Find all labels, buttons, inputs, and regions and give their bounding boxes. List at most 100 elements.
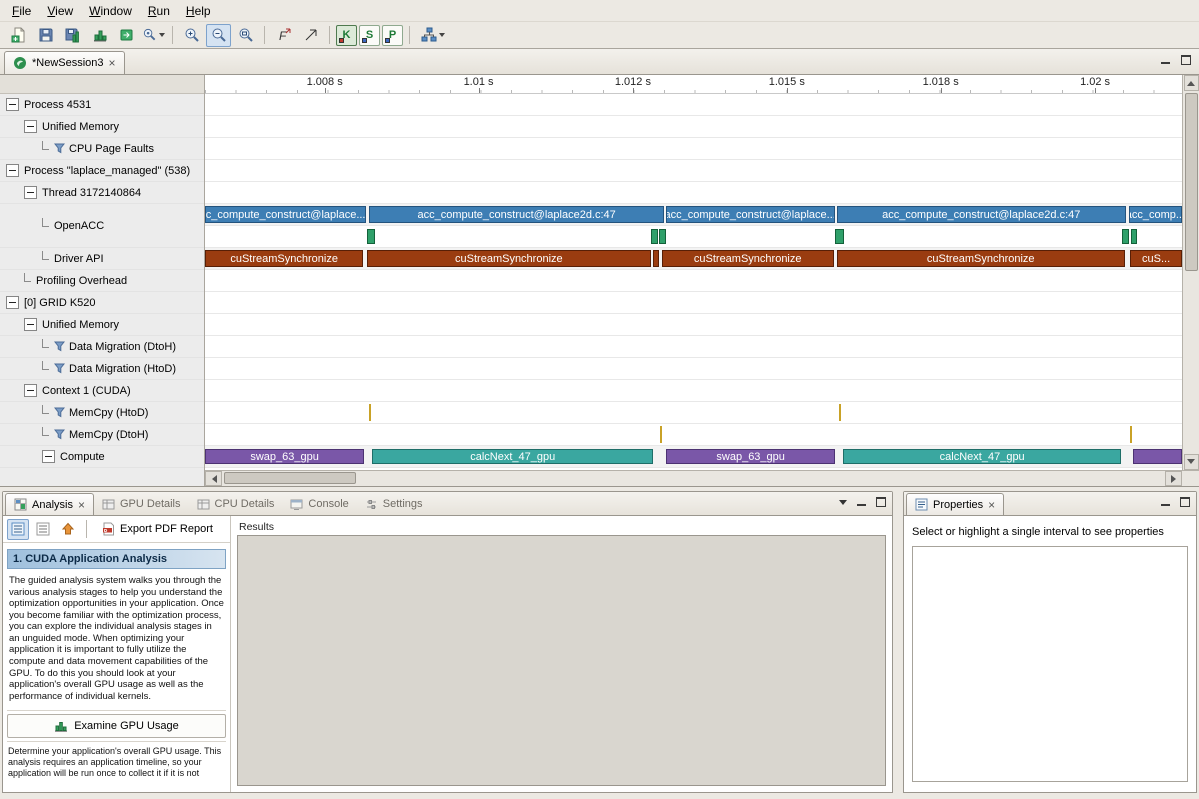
- tree-row-memcpy-htod[interactable]: MemCpy (HtoD): [0, 402, 204, 424]
- driver-interval[interactable]: [653, 250, 659, 267]
- collapse-icon[interactable]: [24, 318, 37, 331]
- memcpy-interval[interactable]: [660, 426, 662, 443]
- driver-interval[interactable]: cuStreamSynchronize: [837, 250, 1125, 267]
- process-toggle-button[interactable]: P: [382, 25, 403, 46]
- tree-row-memcpy-dtoh[interactable]: MemCpy (DtoH): [0, 424, 204, 446]
- profile-application-button[interactable]: [87, 24, 112, 47]
- collapse-icon[interactable]: [6, 296, 19, 309]
- openacc-interval[interactable]: acc_compute_construct@laplace...: [666, 206, 835, 223]
- openacc-interval[interactable]: acc_comp...: [1129, 206, 1182, 223]
- tab-settings[interactable]: Settings: [357, 493, 431, 515]
- back-up-button[interactable]: [57, 519, 79, 540]
- save-session-button[interactable]: [33, 24, 58, 47]
- collapse-icon[interactable]: [6, 98, 19, 111]
- tab-properties[interactable]: Properties: [906, 493, 1004, 515]
- analysis-flow-button[interactable]: [416, 24, 450, 47]
- tree-row-compute[interactable]: Compute: [0, 446, 204, 468]
- horizontal-scrollbar[interactable]: [205, 470, 1199, 486]
- scroll-left-button[interactable]: [205, 471, 222, 486]
- menu-view[interactable]: View: [39, 1, 81, 21]
- kernel-interval[interactable]: [1133, 449, 1182, 464]
- openacc-marker[interactable]: [1131, 229, 1137, 244]
- driver-interval[interactable]: cuStreamSynchronize: [367, 250, 651, 267]
- next-range-button[interactable]: [298, 24, 323, 47]
- tree-row-unified-memory[interactable]: Unified Memory: [0, 116, 204, 138]
- openacc-marker[interactable]: [1122, 229, 1128, 244]
- driver-interval[interactable]: cuS...: [1130, 250, 1182, 267]
- vertical-scroll-thumb[interactable]: [1185, 93, 1198, 271]
- prev-range-button[interactable]: F: [271, 24, 296, 47]
- zoom-out-button[interactable]: [206, 24, 231, 47]
- vertical-scrollbar[interactable]: [1182, 75, 1199, 470]
- driver-interval[interactable]: cuStreamSynchronize: [205, 250, 363, 267]
- menu-file[interactable]: File: [4, 1, 39, 21]
- tab-analysis[interactable]: Analysis: [5, 493, 94, 515]
- minimize-icon[interactable]: [1160, 55, 1171, 65]
- new-session-button[interactable]: [6, 24, 31, 47]
- examine-gpu-usage-button[interactable]: Examine GPU Usage: [7, 714, 226, 738]
- collapse-icon[interactable]: [24, 384, 37, 397]
- collapse-icon[interactable]: [42, 450, 55, 463]
- kernel-interval[interactable]: calcNext_47_gpu: [843, 449, 1121, 464]
- tree-row-cpu-page-faults[interactable]: CPU Page Faults: [0, 138, 204, 160]
- tab-cpu-details[interactable]: CPU Details: [189, 493, 283, 515]
- memcpy-interval[interactable]: [1130, 426, 1132, 443]
- menu-help[interactable]: Help: [178, 1, 219, 21]
- tree-row-context-1[interactable]: Context 1 (CUDA): [0, 380, 204, 402]
- openacc-interval[interactable]: c_compute_construct@laplace...: [205, 206, 366, 223]
- kernel-toggle-button[interactable]: K: [336, 25, 357, 46]
- maximize-icon[interactable]: [1180, 497, 1190, 507]
- session-tab[interactable]: *NewSession3: [4, 51, 125, 74]
- memcpy-interval[interactable]: [369, 404, 371, 421]
- kernel-interval[interactable]: swap_63_gpu: [666, 449, 835, 464]
- guided-analysis-button[interactable]: [7, 519, 29, 540]
- scroll-down-button[interactable]: [1184, 454, 1199, 470]
- memcpy-interval[interactable]: [839, 404, 841, 421]
- view-menu-icon[interactable]: [839, 500, 847, 505]
- collapse-icon[interactable]: [6, 164, 19, 177]
- tree-row-driver-api[interactable]: Driver API: [0, 248, 204, 270]
- menu-run[interactable]: Run: [140, 1, 178, 21]
- maximize-icon[interactable]: [876, 497, 886, 507]
- openacc-marker[interactable]: [651, 229, 657, 244]
- search-settings-button[interactable]: [141, 24, 166, 47]
- save-timeline-button[interactable]: [60, 24, 85, 47]
- tree-row-grid-k520[interactable]: [0] GRID K520: [0, 292, 204, 314]
- collapse-icon[interactable]: [24, 120, 37, 133]
- minimize-icon[interactable]: [1160, 497, 1171, 507]
- menu-window[interactable]: Window: [81, 1, 140, 21]
- tree-row-process-laplace[interactable]: Process "laplace_managed" (538): [0, 160, 204, 182]
- openacc-marker[interactable]: [835, 229, 844, 244]
- tab-close-icon[interactable]: [988, 499, 995, 511]
- tab-gpu-details[interactable]: GPU Details: [94, 493, 189, 515]
- tree-row-process-4531[interactable]: Process 4531: [0, 94, 204, 116]
- export-pdf-button[interactable]: Export PDF Report: [94, 518, 221, 540]
- tree-row-openacc[interactable]: OpenACC: [0, 204, 204, 248]
- unguided-analysis-button[interactable]: [32, 519, 54, 540]
- kernel-interval[interactable]: calcNext_47_gpu: [372, 449, 653, 464]
- openacc-marker[interactable]: [367, 229, 375, 244]
- maximize-icon[interactable]: [1181, 55, 1191, 65]
- stream-toggle-button[interactable]: S: [359, 25, 380, 46]
- horizontal-scroll-thumb[interactable]: [224, 472, 356, 484]
- tree-row-thread[interactable]: Thread 3172140864: [0, 182, 204, 204]
- minimize-icon[interactable]: [856, 497, 867, 507]
- collapse-icon[interactable]: [24, 186, 37, 199]
- openacc-interval[interactable]: acc_compute_construct@laplace2d.c:47: [369, 206, 664, 223]
- openacc-marker[interactable]: [659, 229, 665, 244]
- scroll-right-button[interactable]: [1165, 471, 1182, 486]
- tree-row-data-migration-htod[interactable]: Data Migration (HtoD): [0, 358, 204, 380]
- tree-row-profiling-overhead[interactable]: Profiling Overhead: [0, 270, 204, 292]
- tab-close-icon[interactable]: [78, 499, 85, 511]
- horizontal-scroll-track[interactable]: [222, 471, 1165, 486]
- export-button[interactable]: [114, 24, 139, 47]
- driver-interval[interactable]: cuStreamSynchronize: [662, 250, 834, 267]
- kernel-interval[interactable]: swap_63_gpu: [205, 449, 364, 464]
- tab-console[interactable]: Console: [282, 493, 356, 515]
- zoom-in-button[interactable]: [179, 24, 204, 47]
- tree-row-data-migration-dtoh[interactable]: Data Migration (DtoH): [0, 336, 204, 358]
- session-tab-close-icon[interactable]: [109, 57, 116, 69]
- openacc-interval[interactable]: acc_compute_construct@laplace2d.c:47: [837, 206, 1126, 223]
- zoom-fit-button[interactable]: [233, 24, 258, 47]
- tree-row-unified-memory-gpu[interactable]: Unified Memory: [0, 314, 204, 336]
